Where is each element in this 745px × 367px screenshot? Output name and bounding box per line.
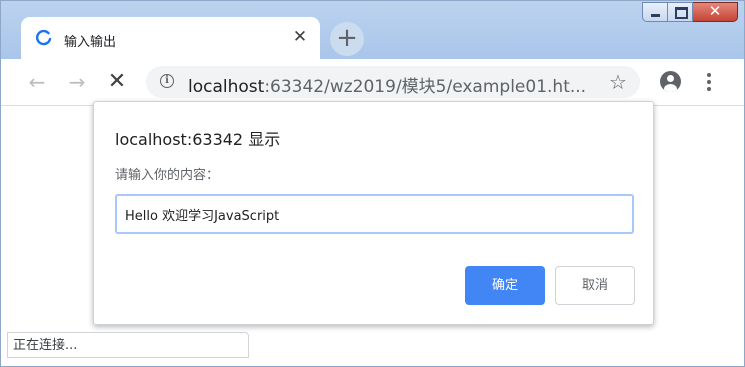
url-host: localhost xyxy=(188,77,265,97)
address-bar[interactable]: i localhost:63342/wz2019/模块5/example01.h… xyxy=(146,66,640,98)
url-text[interactable]: localhost:63342/wz2019/模块5/example01.ht.… xyxy=(188,72,586,97)
back-arrow-icon[interactable]: ← xyxy=(23,68,51,96)
ok-button[interactable]: 确定 xyxy=(465,266,545,305)
forward-arrow-icon[interactable]: → xyxy=(63,68,91,96)
account-avatar-icon[interactable] xyxy=(660,71,681,92)
browser-toolbar: ← → ✕ i localhost:63342/wz2019/模块5/examp… xyxy=(1,59,744,106)
minimize-button[interactable] xyxy=(642,2,668,22)
url-path: :63342/wz2019/模块5/example01.ht... xyxy=(264,77,587,97)
kebab-menu-icon[interactable] xyxy=(699,71,719,93)
site-info-icon[interactable]: i xyxy=(160,74,174,88)
tab-title: 输入输出 xyxy=(64,35,117,50)
window-controls: ✕ xyxy=(642,2,738,24)
new-tab-button[interactable]: + xyxy=(330,22,364,56)
window-close-button[interactable]: ✕ xyxy=(692,2,738,22)
browser-window: 输入输出 ✕ + ✕ ← → ✕ i localhost:63342/wz201… xyxy=(0,0,745,367)
dialog-title: localhost:63342 显示 xyxy=(115,130,281,149)
status-bar: 正在连接... xyxy=(7,332,249,358)
bookmark-star-icon[interactable]: ☆ xyxy=(609,70,627,94)
tab-active[interactable]: 输入输出 ✕ xyxy=(21,17,320,60)
tab-close-icon[interactable]: ✕ xyxy=(289,26,311,48)
cancel-button[interactable]: 取消 xyxy=(555,266,635,305)
dialog-message: 请输入你的内容： xyxy=(115,168,220,183)
loading-spinner-icon xyxy=(35,29,52,46)
stop-loading-icon[interactable]: ✕ xyxy=(103,68,131,96)
prompt-dialog: localhost:63342 显示 请输入你的内容： 确定 取消 xyxy=(93,101,654,325)
tab-strip: 输入输出 ✕ + ✕ xyxy=(1,1,744,60)
maximize-button[interactable] xyxy=(667,2,693,22)
prompt-input[interactable] xyxy=(115,194,634,234)
